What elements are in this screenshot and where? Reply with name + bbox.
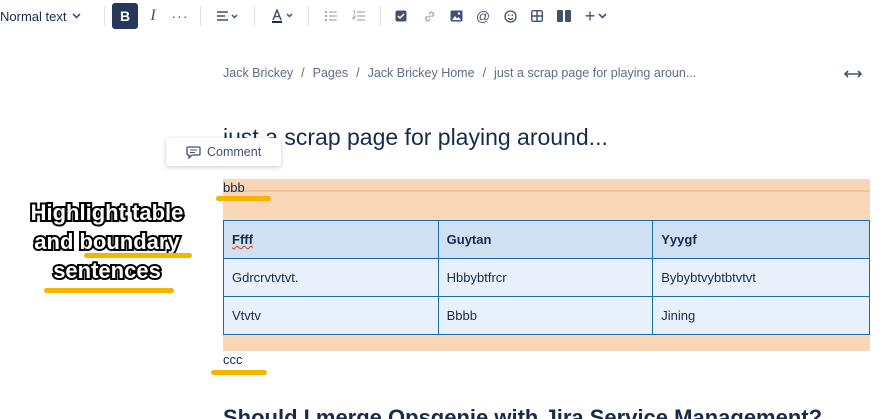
marker-underline <box>211 370 267 375</box>
marker-underline <box>84 253 192 258</box>
breadcrumb-separator: / <box>356 66 360 80</box>
comment-button[interactable]: Comment <box>166 138 281 166</box>
emoji-button[interactable] <box>501 4 519 28</box>
breadcrumb-item-current[interactable]: just a scrap page for playing aroun... <box>494 66 696 80</box>
breadcrumb-item[interactable]: Jack Brickey Home <box>368 66 475 80</box>
selection-divider <box>223 190 870 192</box>
checkbox-icon <box>395 10 407 22</box>
table-cell[interactable]: Bybybtvybtbtvtvt <box>652 258 870 297</box>
table-cell[interactable]: Jining <box>652 296 870 335</box>
chevron-down-icon <box>598 13 607 19</box>
emoji-icon <box>503 9 517 23</box>
marker-underline <box>44 288 174 293</box>
toolbar-divider <box>104 6 105 26</box>
table-cell[interactable]: Hbbybtfrcr <box>437 258 654 297</box>
text-style-dropdown[interactable]: Normal text <box>0 4 90 28</box>
italic-button[interactable]: I <box>144 4 162 28</box>
table-header-row: Ffff Guytan Yyygf <box>223 220 870 259</box>
toolbar-divider <box>380 6 381 26</box>
content-table[interactable]: Ffff Guytan Yyygf Gdrcrvtvtvt. Hbbybtfrc… <box>223 220 870 335</box>
toolbar-divider <box>308 6 309 26</box>
numbered-list-icon <box>352 10 365 21</box>
comment-label: Comment <box>207 145 262 159</box>
table-cell[interactable]: Vtvtv <box>223 296 439 335</box>
table-cell[interactable]: Bbbb <box>437 296 654 335</box>
table-row: Gdrcrvtvtvt. Hbbybtfrcr Bybybtvybtbtvtvt <box>223 258 870 297</box>
link-icon <box>424 11 434 21</box>
breadcrumb-item[interactable]: Jack Brickey <box>223 66 293 80</box>
table-header-cell[interactable]: Guytan <box>437 220 654 259</box>
annotation-line: Highlight table <box>29 198 186 227</box>
breadcrumb-separator: / <box>301 66 305 80</box>
table-header-cell[interactable]: Ffff <box>223 220 439 259</box>
align-left-icon <box>217 11 238 21</box>
plus-icon: + <box>584 5 596 26</box>
comment-icon <box>186 145 201 159</box>
annotation-line: and boundary <box>32 227 181 256</box>
image-icon <box>450 10 462 22</box>
marker-underline <box>216 196 271 201</box>
bullet-list-icon <box>324 10 337 22</box>
toolbar-divider <box>254 6 255 26</box>
toolbar-divider <box>200 6 201 26</box>
table-row: Vtvtv Bbbb Jining <box>223 296 870 335</box>
text-color-button[interactable] <box>268 4 298 28</box>
columns-icon <box>557 10 571 22</box>
bullet-list-button[interactable] <box>322 4 340 28</box>
annotation-line: sentences <box>51 256 163 285</box>
mention-button[interactable]: @ <box>474 4 492 28</box>
text-color-icon <box>272 9 293 23</box>
text-style-label: Normal text <box>0 8 67 24</box>
bold-button[interactable]: B <box>112 3 138 29</box>
breadcrumb-item[interactable]: Pages <box>313 66 348 80</box>
annotation-callout: Highlight table and boundary sentences <box>8 198 206 285</box>
chevron-down-icon <box>72 13 82 19</box>
section-heading[interactable]: Should I merge Opsgenie with Jira Servic… <box>223 405 822 419</box>
insert-image-button[interactable] <box>447 4 465 28</box>
numbered-list-button[interactable] <box>350 4 368 28</box>
paragraph-after-table[interactable]: ccc <box>223 352 243 367</box>
table-header-cell[interactable]: Yyygf <box>652 220 870 259</box>
alignment-button[interactable] <box>212 4 242 28</box>
editor-toolbar: Normal text B I ··· @ + <box>0 0 885 32</box>
insert-menu-button[interactable]: + <box>582 4 610 28</box>
insert-table-button[interactable] <box>528 4 546 28</box>
link-button[interactable] <box>420 4 438 28</box>
layouts-button[interactable] <box>555 4 573 28</box>
breadcrumb-separator: / <box>482 66 487 80</box>
action-item-button[interactable] <box>392 4 410 28</box>
table-icon <box>531 10 543 22</box>
expand-width-icon[interactable] <box>843 67 863 81</box>
table-cell[interactable]: Gdrcrvtvtvt. <box>223 258 439 297</box>
more-formatting-button[interactable]: ··· <box>170 4 190 28</box>
paragraph-before-table[interactable]: bbb <box>223 180 245 195</box>
breadcrumb: Jack Brickey / Pages / Jack Brickey Home… <box>223 66 696 80</box>
